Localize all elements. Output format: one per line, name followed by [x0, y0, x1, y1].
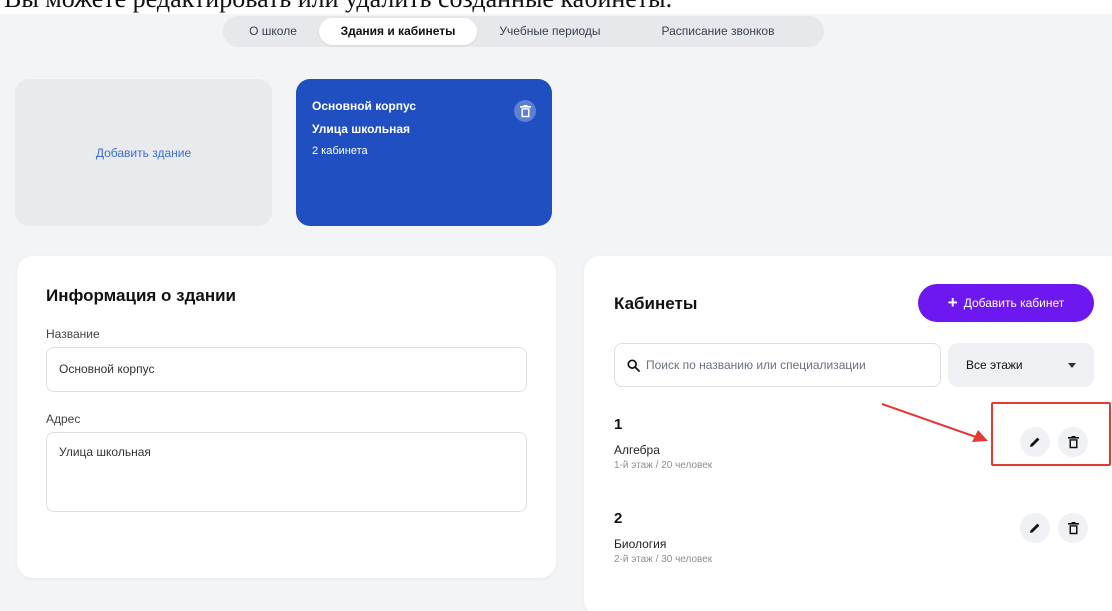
delete-room-button[interactable] — [1058, 513, 1088, 543]
pencil-icon — [1030, 437, 1040, 447]
address-field-label: Адрес — [46, 412, 81, 426]
trash-icon — [519, 104, 531, 117]
settings-tabs: О школе Здания и кабинеты Учебные период… — [223, 16, 824, 47]
name-field-label: Название — [46, 327, 100, 341]
floor-filter-value: Все этажи — [966, 358, 1023, 372]
room-item[interactable]: 1 Алгебра 1-й этаж / 20 человек — [614, 416, 712, 471]
building-name-field[interactable]: Основной корпус — [46, 347, 527, 392]
pencil-icon — [1030, 523, 1040, 533]
floor-filter-select[interactable]: Все этажи — [948, 343, 1094, 387]
tutorial-caption: Вы можете редактировать или удалить созд… — [0, 0, 1112, 14]
room-actions — [1020, 513, 1088, 543]
search-icon — [627, 358, 640, 372]
building-address-field[interactable]: Улица школьная — [46, 432, 527, 512]
room-number: 2 — [614, 510, 623, 527]
add-room-button[interactable]: + Добавить кабинет — [918, 284, 1094, 322]
tab-bell-schedule[interactable]: Расписание звонков — [623, 18, 813, 45]
chevron-down-icon — [1068, 362, 1076, 368]
room-item[interactable]: 2 Биология 2-й этаж / 30 человек — [614, 510, 712, 565]
room-number: 1 — [614, 416, 623, 433]
building-address: Улица школьная — [312, 122, 411, 136]
room-meta: 2-й этаж / 30 человек — [614, 554, 713, 565]
rooms-panel: Кабинеты + Добавить кабинет Поиск по наз… — [584, 256, 1112, 611]
plus-icon: + — [947, 293, 958, 312]
building-card[interactable]: Основной корпус Улица школьная 2 кабинет… — [296, 79, 552, 226]
edit-room-button[interactable] — [1020, 427, 1050, 457]
add-building-button[interactable]: Добавить здание — [15, 79, 272, 226]
delete-room-button[interactable] — [1058, 427, 1088, 457]
search-placeholder: Поиск по названию или специализации — [646, 358, 866, 372]
room-search-input[interactable]: Поиск по названию или специализации — [614, 343, 941, 387]
room-meta: 1-й этаж / 20 человек — [614, 460, 713, 471]
trash-icon — [1067, 521, 1079, 534]
tab-buildings-rooms[interactable]: Здания и кабинеты — [319, 18, 477, 45]
rooms-title: Кабинеты — [614, 294, 698, 313]
room-subject: Алгебра — [614, 443, 660, 457]
room-actions — [1020, 427, 1088, 457]
add-building-label: Добавить здание — [95, 145, 192, 160]
room-subject: Биология — [614, 537, 667, 551]
building-info-panel: Информация о здании Название Основной ко… — [17, 256, 556, 578]
edit-room-button[interactable] — [1020, 513, 1050, 543]
building-rooms-count: 2 кабинета — [312, 145, 368, 157]
tab-about-school[interactable]: О школе — [227, 18, 319, 45]
add-room-label: Добавить кабинет — [963, 296, 1065, 310]
trash-icon — [1067, 435, 1079, 448]
tab-study-periods[interactable]: Учебные периоды — [477, 18, 623, 45]
annotation-arrow — [881, 403, 988, 442]
building-info-title: Информация о здании — [46, 286, 237, 305]
building-name: Основной корпус — [312, 99, 417, 113]
delete-building-button[interactable] — [514, 100, 536, 122]
